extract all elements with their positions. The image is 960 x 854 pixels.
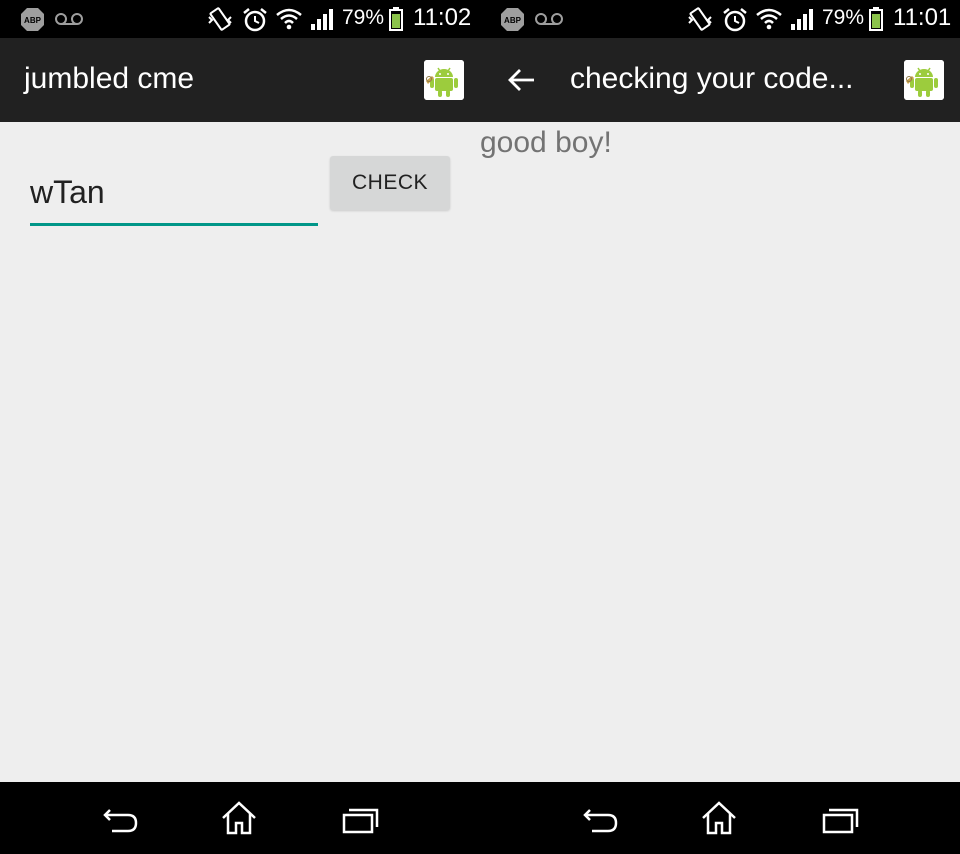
action-bar: checking your code... [480,38,960,122]
status-bar: ABP 79% [480,0,960,38]
action-bar: jumbled cme [0,38,480,122]
alarm-icon [723,8,747,32]
home-icon[interactable] [220,800,258,836]
voicemail-icon [55,13,83,25]
vibrate-icon [208,7,232,31]
recent-apps-icon[interactable] [821,806,859,834]
android-app-icon [424,60,464,100]
main-content: CHECK [0,122,480,782]
recent-apps-icon[interactable] [341,806,379,834]
result-message: good boy! [480,126,612,159]
result-screen: ABP 79% 11:01 checking your code... good… [480,0,960,854]
android-app-icon [904,60,944,100]
signal-icon [311,9,333,30]
navigation-bar [480,782,960,854]
home-icon[interactable] [700,800,738,836]
battery-percent: 79% [342,6,385,29]
battery-percent: 79% [822,6,865,29]
wifi-icon [756,8,782,30]
back-icon[interactable] [582,804,620,834]
vibrate-icon [688,7,712,31]
alarm-icon [243,8,267,32]
adblock-icon: ABP [501,8,524,31]
adblock-icon: ABP [21,8,44,31]
svg-text:ABP: ABP [504,16,522,25]
arrow-back-icon[interactable] [506,64,538,96]
back-icon[interactable] [102,804,140,834]
status-time: 11:02 [413,4,472,31]
voicemail-icon [535,13,563,25]
app-title: jumbled cme [24,62,195,95]
main-screen: ABP 79% 11:02 jumbled cme wTan CHECK [0,0,480,854]
code-input[interactable] [30,152,318,226]
navigation-bar [0,782,480,854]
status-bar: ABP 79% [0,0,480,38]
screen-title: checking your code... [570,62,854,95]
signal-icon [791,9,813,30]
svg-text:ABP: ABP [24,16,42,25]
battery-icon [389,7,403,31]
check-button[interactable]: CHECK [330,156,450,210]
wifi-icon [276,8,302,30]
status-time: 11:01 [893,4,952,31]
result-content: good boy! [480,122,960,782]
battery-icon [869,7,883,31]
